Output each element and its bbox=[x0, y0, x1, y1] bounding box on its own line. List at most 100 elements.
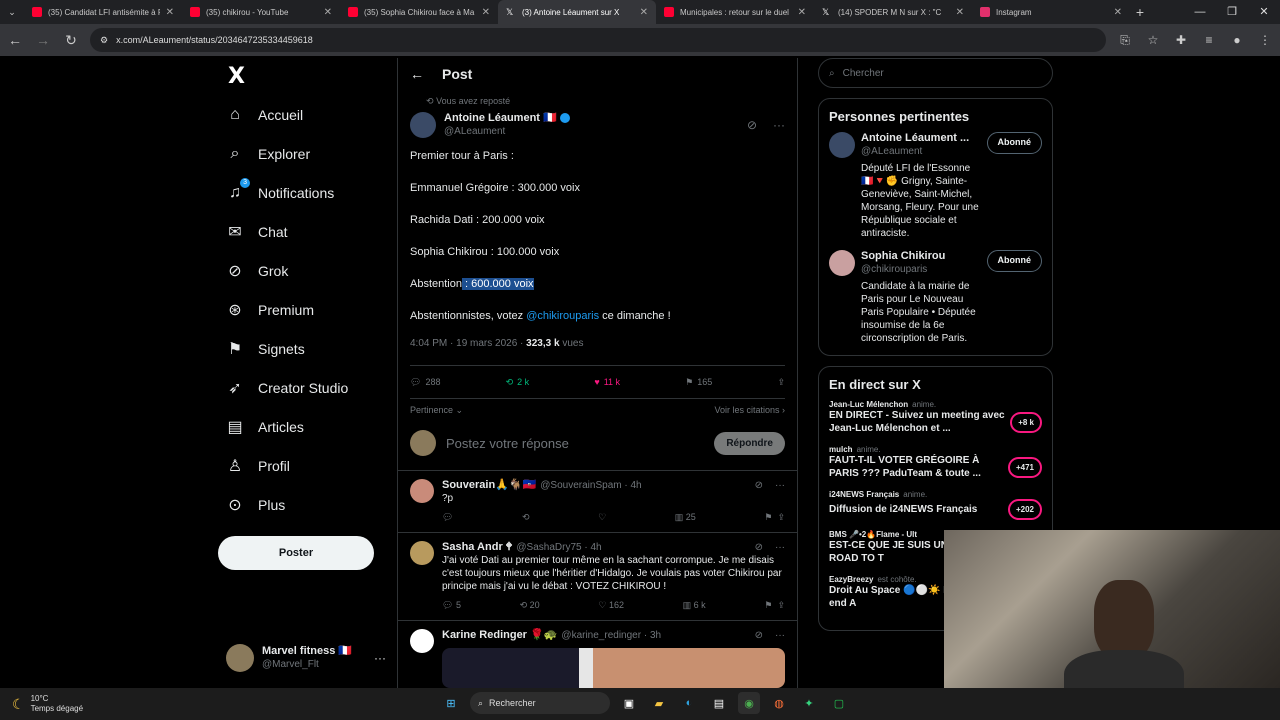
mention-link[interactable]: @chikirouparis bbox=[526, 310, 599, 322]
grok-icon[interactable]: ⊘ bbox=[755, 479, 763, 492]
browser-tab-active[interactable]: 𝕏 (3) Antoine Léaument sur X ✕ bbox=[498, 0, 656, 24]
share-icon[interactable]: ⇪ bbox=[777, 512, 785, 522]
close-tab-icon[interactable]: ✕ bbox=[482, 7, 490, 18]
browser-tab[interactable]: Instagram ✕ bbox=[972, 0, 1130, 24]
browser-tab[interactable]: (35) chikirou - YouTube ✕ bbox=[182, 0, 340, 24]
maximize-icon[interactable]: ❐ bbox=[1216, 0, 1248, 24]
close-tab-icon[interactable]: ✕ bbox=[166, 7, 174, 18]
new-tab-icon[interactable]: + bbox=[1130, 4, 1150, 20]
nav-item-bookmarks[interactable]: ⚑ Signets bbox=[226, 332, 305, 366]
more-options-icon[interactable]: ··· bbox=[775, 541, 785, 554]
account-switcher[interactable]: Marvel fitness 🇫🇷 @Marvel_Flt ··· bbox=[226, 642, 386, 674]
avatar[interactable] bbox=[410, 111, 436, 138]
following-button[interactable]: Abonné bbox=[986, 250, 1042, 272]
avatar[interactable] bbox=[829, 132, 855, 158]
reply-media[interactable] bbox=[442, 648, 785, 688]
live-item[interactable]: mulch anime. FAUT-T-IL VOTER GRÉGOIRE À P… bbox=[829, 445, 1042, 480]
more-options-icon[interactable]: ··· bbox=[374, 651, 386, 665]
browser-tab[interactable]: Municipales : retour sur le duel ✕ bbox=[656, 0, 814, 24]
back-arrow-icon[interactable]: ← bbox=[410, 66, 424, 82]
close-window-icon[interactable]: ✕ bbox=[1248, 0, 1280, 24]
obs-icon[interactable]: ▢ bbox=[828, 692, 850, 714]
close-tab-icon[interactable]: ✕ bbox=[1114, 7, 1122, 18]
taskbar-search[interactable]: ⌕ Rechercher bbox=[470, 692, 610, 714]
avatar[interactable] bbox=[410, 629, 434, 653]
star-icon[interactable]: ☆ bbox=[1144, 33, 1162, 47]
reply-icon[interactable]: 💬︎ bbox=[442, 511, 453, 524]
nav-item-notifications[interactable]: ♫ 3 Notifications bbox=[226, 176, 334, 210]
bookmark-icon[interactable]: ⚑ bbox=[764, 512, 772, 522]
nav-item-premium[interactable]: ⊛ Premium bbox=[226, 293, 314, 327]
nav-item-explore[interactable]: ⌕ Explorer bbox=[226, 137, 311, 171]
live-item[interactable]: Jean-Luc Mélenchon anime. EN DIRECT - Sui… bbox=[829, 400, 1042, 435]
reply-item[interactable]: Sasha Andr 🕈 @SashaDry75 · 4h ⊘ ··· J'ai vo… bbox=[398, 533, 797, 621]
browser-tab[interactable]: 𝕏 (14) SPODER M N sur X : "C ✕ bbox=[814, 0, 972, 24]
bookmark-icon[interactable]: ⚑ bbox=[764, 600, 772, 610]
extensions-icon[interactable]: ✚ bbox=[1172, 33, 1190, 47]
bookmark-action[interactable]: ⚑ 165 bbox=[685, 377, 712, 388]
site-info-icon[interactable]: ⚙ bbox=[100, 35, 108, 46]
profile-icon[interactable]: ● bbox=[1228, 33, 1246, 47]
close-tab-icon[interactable]: ✕ bbox=[798, 7, 806, 18]
share-icon[interactable]: ⇪ bbox=[777, 600, 785, 610]
tab-list-icon[interactable]: ⌄ bbox=[0, 7, 24, 18]
address-bar[interactable]: ⚙ x.com/ALeaument/status/203464723533445… bbox=[90, 28, 1106, 52]
view-quotes-link[interactable]: Voir les citations › bbox=[714, 405, 785, 416]
weather-widget[interactable]: ☾ 10°C Temps dégagé bbox=[0, 694, 200, 714]
firefox-icon[interactable]: ◍ bbox=[768, 692, 790, 714]
grok-icon[interactable]: ⊘ bbox=[755, 629, 763, 642]
chrome-icon[interactable]: ◉ bbox=[738, 692, 760, 714]
app-icon[interactable]: ✦ bbox=[798, 692, 820, 714]
share-icon[interactable]: ⇪ bbox=[777, 377, 785, 388]
nav-item-grok[interactable]: ⊘ Grok bbox=[226, 254, 288, 288]
sort-dropdown[interactable]: Pertinence ⌄ bbox=[410, 405, 463, 416]
file-explorer-icon[interactable]: ▰ bbox=[648, 692, 670, 714]
windows-start-icon[interactable]: ⊞ bbox=[440, 692, 462, 714]
like-action[interactable]: ♡ 162 bbox=[598, 599, 624, 612]
grok-icon[interactable]: ⊘ bbox=[755, 541, 763, 554]
reply-action[interactable]: 💬︎ 288 bbox=[410, 377, 440, 388]
browser-tab[interactable]: (35) Sophia Chikirou face à Ma ✕ bbox=[340, 0, 498, 24]
nav-item-more[interactable]: ⊙ Plus bbox=[226, 488, 285, 522]
forward-icon[interactable]: → bbox=[34, 32, 52, 48]
heart-icon[interactable]: ♡ bbox=[598, 511, 606, 524]
avatar[interactable] bbox=[410, 479, 434, 503]
nav-item-creator-studio[interactable]: ➶ Creator Studio bbox=[226, 371, 348, 405]
close-tab-icon[interactable]: ✕ bbox=[956, 7, 964, 18]
nav-item-home[interactable]: ⌂ Accueil bbox=[226, 98, 303, 132]
search-input[interactable]: ⌕ Chercher bbox=[818, 58, 1053, 88]
nav-item-chat[interactable]: ✉ Chat bbox=[226, 215, 287, 249]
edge-icon[interactable]: ◐ bbox=[678, 692, 700, 714]
media-icon[interactable]: ≡ bbox=[1200, 33, 1218, 47]
like-action[interactable]: ♥ 11 k bbox=[594, 377, 620, 387]
reply-item[interactable]: Souverain🙏🐐🇭🇹 @SouverainSpam · 4h ⊘ ··· ?p … bbox=[398, 471, 797, 533]
browser-tab[interactable]: (35) Candidat LFI antisémite à P ✕ bbox=[24, 0, 182, 24]
repost-icon[interactable]: ⟲ bbox=[522, 511, 530, 524]
back-icon[interactable]: ← bbox=[6, 32, 24, 48]
nav-item-profile[interactable]: ♙ Profil bbox=[226, 449, 290, 483]
grok-icon[interactable]: ⊘ bbox=[747, 118, 757, 132]
post-button[interactable]: Poster bbox=[218, 536, 374, 570]
avatar[interactable] bbox=[829, 250, 855, 276]
person-item[interactable]: Antoine Léaument ... @ALeaument Député L… bbox=[829, 132, 1042, 240]
following-button[interactable]: Abonné bbox=[986, 132, 1042, 154]
nav-item-articles[interactable]: ▤ Articles bbox=[226, 410, 303, 444]
x-logo-icon[interactable]: X bbox=[228, 64, 245, 89]
avatar[interactable] bbox=[410, 541, 434, 565]
views-action[interactable]: ▥ 6 k bbox=[683, 599, 706, 612]
reload-icon[interactable]: ↻ bbox=[62, 32, 80, 49]
store-icon[interactable]: ▤ bbox=[708, 692, 730, 714]
reply-action[interactable]: 💬︎ 5 bbox=[442, 599, 461, 612]
task-view-icon[interactable]: ▣ bbox=[618, 692, 640, 714]
more-options-icon[interactable]: ··· bbox=[775, 629, 785, 642]
install-icon[interactable]: ⎘ bbox=[1116, 33, 1134, 48]
menu-icon[interactable]: ⋮ bbox=[1256, 33, 1274, 47]
more-options-icon[interactable]: ··· bbox=[773, 118, 785, 132]
author-name[interactable]: Antoine Léaument 🇫🇷 bbox=[444, 112, 557, 124]
close-tab-icon[interactable]: ✕ bbox=[324, 7, 332, 18]
reply-input[interactable]: Postez votre réponse bbox=[446, 436, 704, 451]
views-action[interactable]: ▥ 25 bbox=[675, 511, 696, 524]
repost-action[interactable]: ⟲ 20 bbox=[520, 599, 540, 612]
close-tab-icon[interactable]: ✕ bbox=[640, 7, 648, 18]
reply-item[interactable]: Karine Redinger 🌹🐢 @karine_redinger · 3h ⊘… bbox=[398, 621, 797, 688]
